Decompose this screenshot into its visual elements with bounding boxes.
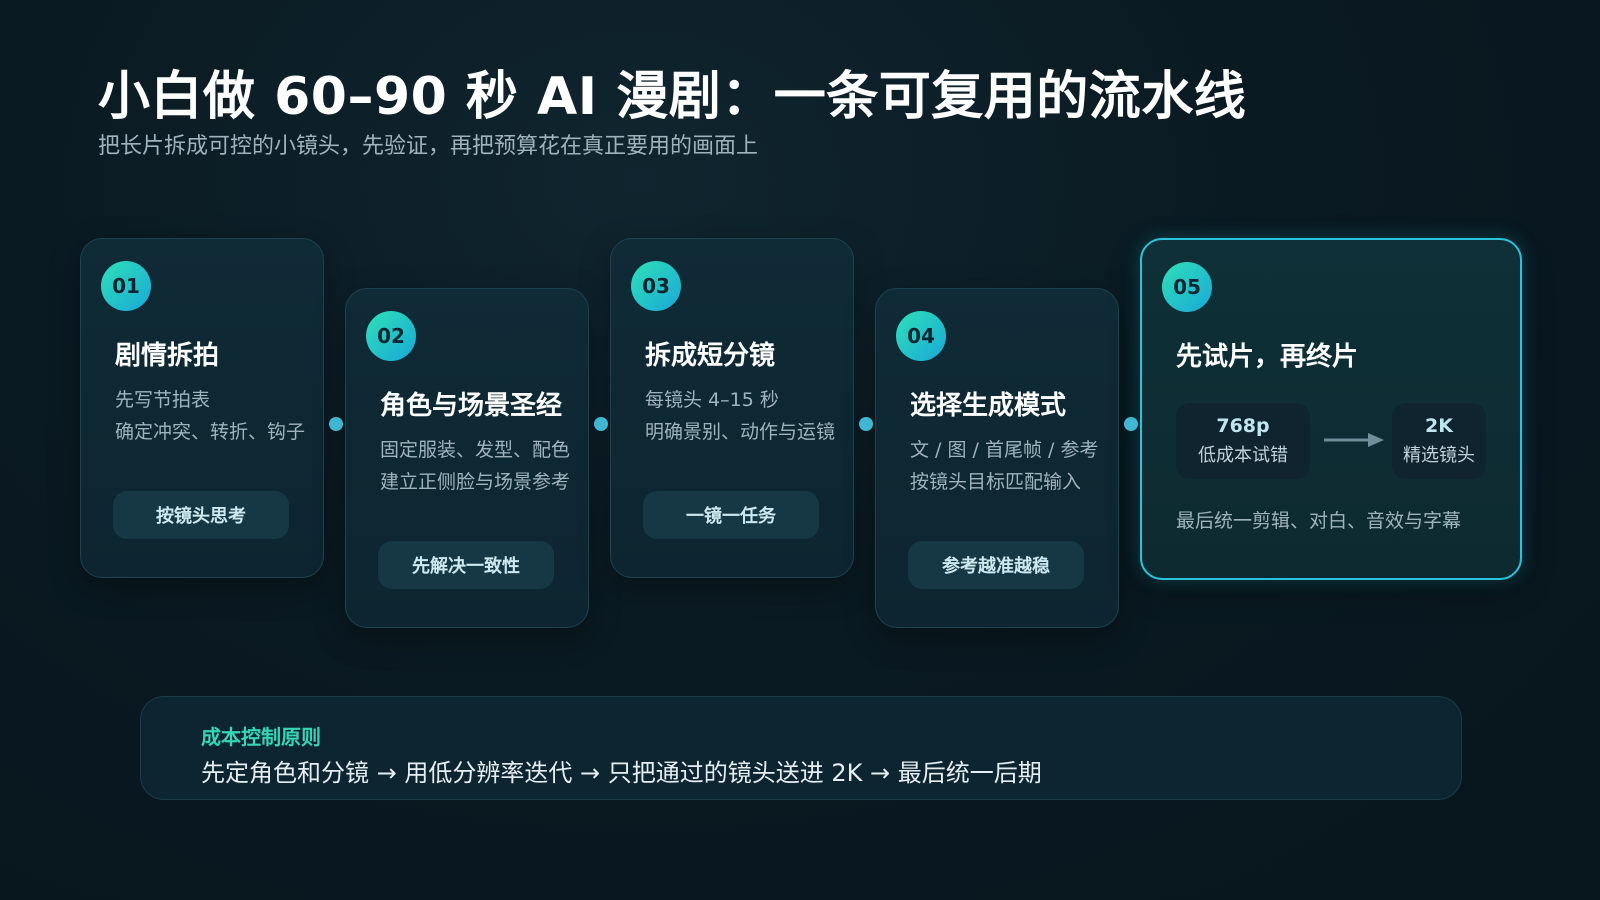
step-number-badge: 02 xyxy=(366,311,416,361)
step-line-2: 确定冲突、转折、钩子 xyxy=(115,421,306,443)
connector-dot xyxy=(1124,417,1138,431)
final-resolution-label: 精选镜头 xyxy=(1403,445,1475,466)
final-resolution-box: 2K 精选镜头 xyxy=(1392,403,1486,479)
step-line-1: 每镜头 4–15 秒 xyxy=(645,389,779,411)
page-title: 小白做 60–90 秒 AI 漫剧：一条可复用的流水线 xyxy=(98,67,1247,127)
final-resolution-value: 2K xyxy=(1425,415,1453,437)
principle-label: 成本控制原则 xyxy=(201,725,321,749)
step-line-1: 固定服装、发型、配色 xyxy=(380,439,571,461)
step-card-01: 01 剧情拆拍 先写节拍表 确定冲突、转折、钩子 按镜头思考 xyxy=(80,238,324,578)
trial-resolution-value: 768p xyxy=(1216,415,1270,437)
step-number-badge: 03 xyxy=(631,261,681,311)
arrow-right-icon xyxy=(1324,433,1384,447)
step-line-1: 文 / 图 / 首尾帧 / 参考 xyxy=(910,439,1099,461)
step-card-04: 04 选择生成模式 文 / 图 / 首尾帧 / 参考 按镜头目标匹配输入 参考越… xyxy=(875,288,1119,628)
connector-dot xyxy=(859,417,873,431)
step-number-badge: 01 xyxy=(101,261,151,311)
principle-text: 先定角色和分镜 → 用低分辨率迭代 → 只把通过的镜头送进 2K → 最后统一后… xyxy=(201,759,1042,787)
step-title: 选择生成模式 xyxy=(910,391,1067,421)
step-card-02: 02 角色与场景圣经 固定服装、发型、配色 建立正侧脸与场景参考 先解决一致性 xyxy=(345,288,589,628)
step-number-badge: 04 xyxy=(896,311,946,361)
step-line-2: 建立正侧脸与场景参考 xyxy=(380,471,571,493)
step-tag: 参考越准越稳 xyxy=(908,541,1084,589)
step-title: 拆成短分镜 xyxy=(645,341,776,371)
trial-resolution-label: 低成本试错 xyxy=(1198,445,1288,466)
step-title: 剧情拆拍 xyxy=(115,341,220,371)
step-card-03: 03 拆成短分镜 每镜头 4–15 秒 明确景别、动作与运镜 一镜一任务 xyxy=(610,238,854,578)
step-title: 先试片，再终片 xyxy=(1176,342,1359,372)
page-subtitle: 把长片拆成可控的小镜头，先验证，再把预算花在真正要用的画面上 xyxy=(98,134,759,159)
step-tag: 按镜头思考 xyxy=(113,491,289,539)
step-title: 角色与场景圣经 xyxy=(380,391,563,421)
step-tag: 一镜一任务 xyxy=(643,491,819,539)
step-tag: 先解决一致性 xyxy=(378,541,554,589)
step-number-badge: 05 xyxy=(1162,262,1212,312)
final-step-footer: 最后统一剪辑、对白、音效与字幕 xyxy=(1176,510,1462,532)
connector-dot xyxy=(329,417,343,431)
cost-principle-panel: 成本控制原则 先定角色和分镜 → 用低分辨率迭代 → 只把通过的镜头送进 2K … xyxy=(140,696,1462,800)
step-card-05: 05 先试片，再终片 768p 低成本试错 2K 精选镜头 最后统一剪辑、对白、… xyxy=(1140,238,1522,580)
step-line-1: 先写节拍表 xyxy=(115,389,211,411)
step-line-2: 按镜头目标匹配输入 xyxy=(910,471,1082,493)
connector-dot xyxy=(594,417,608,431)
trial-resolution-box: 768p 低成本试错 xyxy=(1176,403,1310,479)
step-line-2: 明确景别、动作与运镜 xyxy=(645,421,836,443)
